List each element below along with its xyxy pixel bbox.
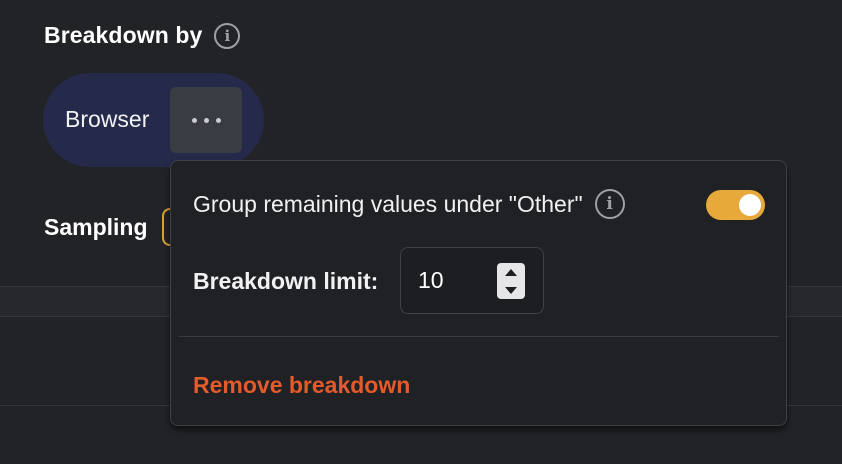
group-other-row: Group remaining values under "Other" i <box>193 189 625 219</box>
stepper-up-icon[interactable] <box>505 268 517 276</box>
info-icon[interactable]: i <box>214 22 241 49</box>
breakdown-heading-text: Breakdown by <box>44 22 203 48</box>
stepper-down-icon[interactable] <box>505 286 517 294</box>
more-horizontal-icon <box>203 117 209 123</box>
group-other-label: Group remaining values under "Other" <box>193 190 583 217</box>
group-other-toggle[interactable] <box>706 190 765 220</box>
more-options-button[interactable] <box>170 87 242 153</box>
number-stepper[interactable] <box>497 263 525 299</box>
sampling-label: Sampling <box>44 214 148 240</box>
more-horizontal-icon <box>215 117 221 123</box>
breakdown-pill-label[interactable]: Browser <box>65 106 149 133</box>
breakdown-limit-label: Breakdown limit: <box>193 268 379 294</box>
info-icon[interactable]: i <box>594 189 625 219</box>
more-horizontal-icon <box>191 117 197 123</box>
breakdown-limit-value[interactable]: 10 <box>418 267 444 294</box>
breakdown-heading: Breakdown by i <box>44 22 241 49</box>
toggle-knob <box>739 194 761 216</box>
popover-divider <box>179 336 779 337</box>
remove-breakdown-button[interactable]: Remove breakdown <box>193 372 410 399</box>
